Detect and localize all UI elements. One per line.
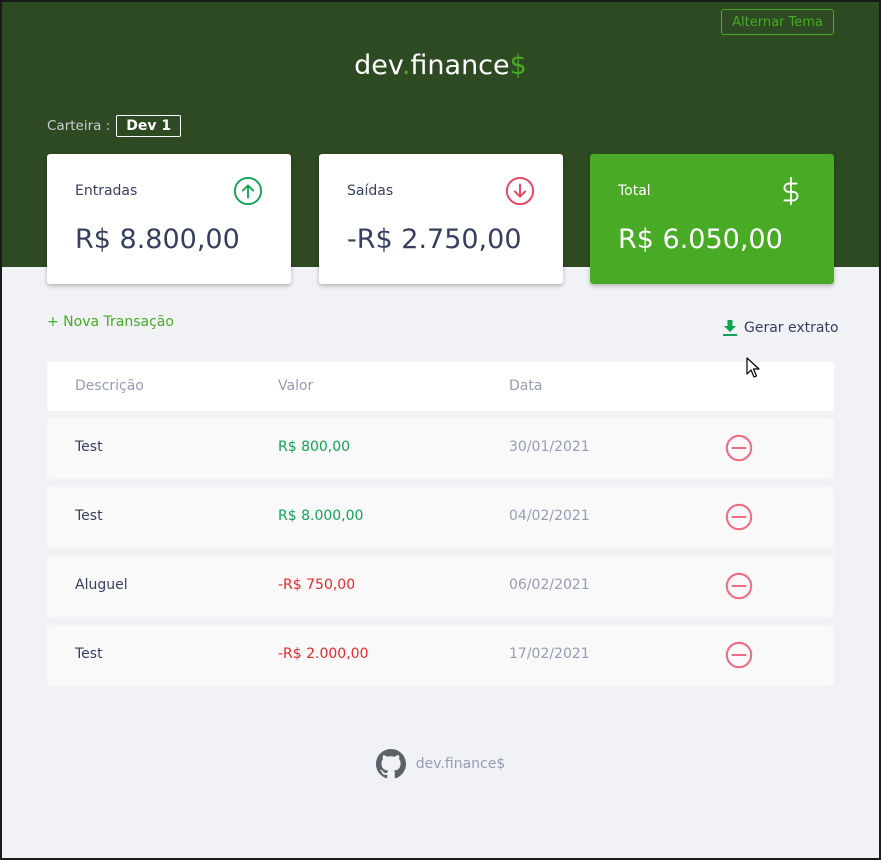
income-card: Entradas R$ 8.800,00 [47,154,291,284]
remove-transaction-icon[interactable] [724,433,754,463]
wallet-name-badge[interactable]: Dev 1 [116,115,182,137]
new-transaction-link[interactable]: + Nova Transação [47,314,174,330]
logo-part-dev: dev [354,50,402,81]
column-header-description: Descrição [75,378,144,394]
transaction-date: 06/02/2021 [509,577,590,593]
wallet-label: Carteira : [47,118,111,134]
transaction-description: Test [75,508,103,524]
transaction-date: 04/02/2021 [509,508,590,524]
expense-card-label: Saídas [347,183,394,199]
remove-transaction-icon[interactable] [724,502,754,532]
total-card-value: R$ 6.050,00 [618,224,783,255]
arrow-up-circle-icon [233,176,263,206]
transaction-amount: -R$ 2.000,00 [278,646,369,662]
transaction-date: 30/01/2021 [509,439,590,455]
wallet-selector: Carteira : Dev 1 [47,115,182,137]
mouse-cursor-icon [746,357,760,378]
total-card-label: Total [618,183,651,199]
logo-part-finance: finance [410,50,510,81]
column-header-date: Data [509,378,543,394]
github-icon[interactable] [375,749,406,779]
table-row: Aluguel -R$ 750,00 06/02/2021 [47,556,834,617]
app-logo: dev.finance$ [2,50,879,81]
transaction-description: Aluguel [75,577,128,593]
download-icon [723,320,737,336]
transaction-date: 17/02/2021 [509,646,590,662]
remove-transaction-icon[interactable] [724,640,754,670]
transaction-description: Test [75,646,103,662]
expense-card: Saídas -R$ 2.750,00 [319,154,563,284]
generate-report-label: Gerar extrato [744,320,839,336]
generate-report-button[interactable]: Gerar extrato [722,319,839,337]
transactions-table-header: Descrição Valor Data [47,362,834,411]
transaction-amount: -R$ 750,00 [278,577,356,593]
dollar-icon [783,176,799,206]
table-row: Test -R$ 2.000,00 17/02/2021 [47,625,834,686]
toggle-theme-button[interactable]: Alternar Tema [721,9,834,35]
logo-dollar: $ [509,50,527,81]
page-footer: dev.finance$ [2,749,879,779]
table-row: Test R$ 800,00 30/01/2021 [47,418,834,479]
column-header-amount: Valor [278,378,314,394]
transaction-amount: R$ 800,00 [278,439,351,455]
income-card-value: R$ 8.800,00 [75,224,240,255]
table-row: Test R$ 8.000,00 04/02/2021 [47,487,834,548]
transaction-description: Test [75,439,103,455]
footer-brand: dev.finance$ [415,756,506,772]
arrow-down-circle-icon [505,176,535,206]
remove-transaction-icon[interactable] [724,571,754,601]
expense-card-value: -R$ 2.750,00 [347,224,522,255]
income-card-label: Entradas [75,183,138,199]
total-card: Total R$ 6.050,00 [590,154,834,284]
transaction-amount: R$ 8.000,00 [278,508,364,524]
